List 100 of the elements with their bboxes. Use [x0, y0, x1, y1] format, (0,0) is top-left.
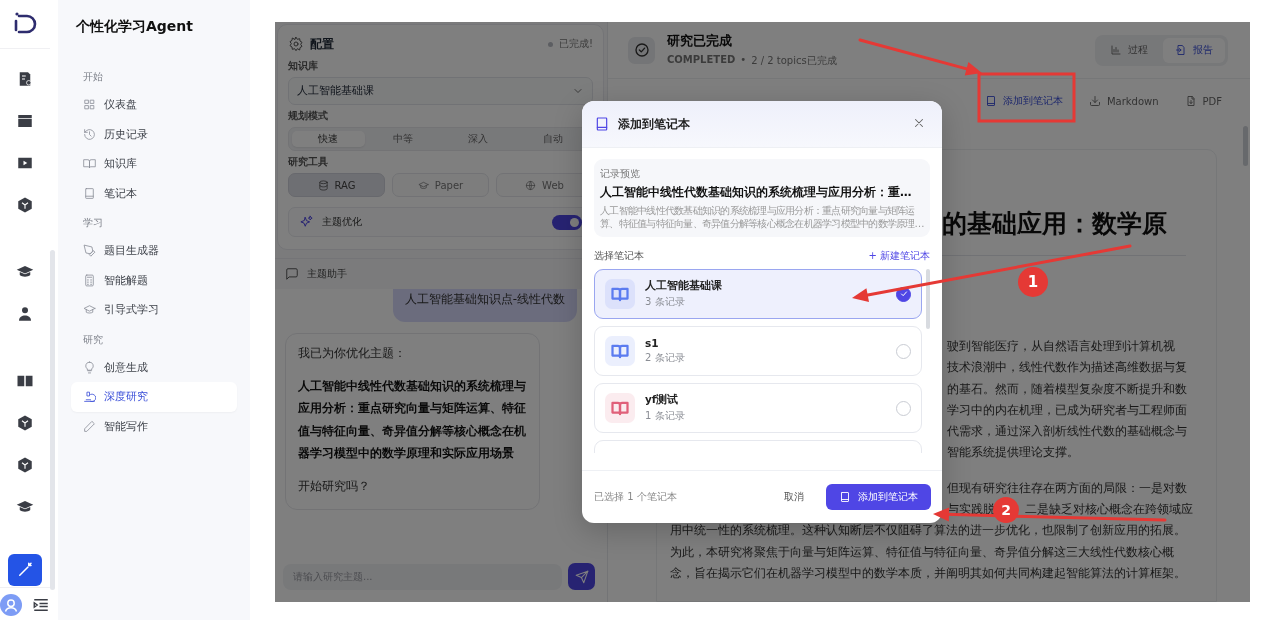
config-title: 配置: [310, 35, 335, 53]
download-icon: [1088, 95, 1101, 107]
file-icon: [1184, 95, 1197, 107]
nav-item[interactable]: 笔记本: [71, 178, 237, 208]
graduation-cap-icon: [417, 179, 429, 191]
notebook-name: 人工智能基础课: [645, 279, 723, 293]
add-to-notebook-button[interactable]: 添加到笔记本: [826, 484, 931, 510]
cube-icon[interactable]: [16, 196, 34, 214]
report-title: 研究已完成: [667, 32, 733, 50]
message-paragraph: 开始研究吗？: [298, 477, 371, 495]
new-notebook-link[interactable]: + 新建笔记本: [868, 249, 930, 263]
report-text-line: 二是缺乏对核心概念在跨领域应: [1025, 502, 1193, 517]
menu-indent-icon[interactable]: [32, 596, 50, 614]
report-text-line: 代需求，通过深入剖析线性代数的基础概念与: [947, 424, 1187, 439]
avatar-icon[interactable]: [0, 594, 22, 616]
nav-item[interactable]: 创意生成: [71, 352, 237, 382]
report-text-line: 学习中的内在机理，已成为研究者与工程师面: [947, 402, 1187, 417]
dialog-title: 添加到笔记本: [618, 115, 691, 133]
record-count: 3 条记录: [645, 295, 686, 309]
notebook-option[interactable]: yf测试 1 条记录: [594, 383, 922, 433]
cancel-button[interactable]: 取消: [776, 490, 812, 504]
report-heading: 的基础应用：数学原: [942, 209, 1167, 238]
report-text-line: 念，旨在揭示它们在机器学习模型中的数学本质，并阐明其如何共同构建起智能算法的计算框架。: [670, 565, 1186, 580]
scrollbar[interactable]: [926, 269, 930, 329]
report-text-line: 为此，本研究将聚焦于向量与矩阵运算、特征值与特征向量、奇异值分解这三大线性代数核心概: [670, 544, 1174, 559]
nav-item[interactable]: 深度研究: [71, 382, 237, 412]
view-tab[interactable]: 报告: [1163, 37, 1225, 63]
calculator-icon: [83, 273, 96, 287]
preview-title: 人工智能中线性代数基础知识的系统梳理与应用分析：重…: [600, 185, 913, 200]
sparkle-icon: [299, 214, 314, 230]
nav-item[interactable]: 仪表盘: [71, 90, 237, 120]
preview-text: 人工智能中线性代数基础知识的系统梳理与应用分析：重点研究向量与矩阵运算、特征值与特征向量、奇异值分解等核心概念在机器学习模型中的数学原理…: [600, 204, 924, 230]
section-heading: 开始: [82, 70, 104, 84]
person-icon[interactable]: [16, 305, 34, 323]
selection-summary: 已选择 1 个笔记本: [594, 490, 678, 504]
notebook-name: yf测试: [645, 393, 680, 407]
report-text-line: 的基石。然而，随着模型复杂度不断提升和数: [947, 381, 1187, 396]
report-text-line: 但现有研究往往存在两方面的局限：一是对数: [947, 480, 1187, 495]
nav-item[interactable]: 题目生成器: [71, 236, 237, 266]
nav-item[interactable]: 智能解题: [71, 265, 237, 295]
notebook-name: s1: [645, 337, 660, 349]
knowledge-base-select[interactable]: 人工智能基础课: [288, 77, 593, 105]
notebook-icon: [83, 186, 96, 200]
check-circle-icon: [632, 41, 651, 59]
message-paragraph: 人工智能中线性代数基础知识的系统梳理与应用分析：重点研究向量与矩阵运算、特征值与特征向量、奇异值分解等核心概念在机器学习模型中的数学原理和实际应用场景: [298, 377, 527, 462]
file-export-icon: [1175, 44, 1187, 56]
notebook-icon: [984, 95, 997, 107]
nav-item[interactable]: 引导式学习: [71, 295, 237, 325]
chat-icon: [285, 267, 299, 281]
notebook-icon: [839, 491, 851, 503]
send-button[interactable]: [568, 563, 595, 590]
preview-label: 记录预览: [600, 167, 641, 181]
mode-option[interactable]: 快速: [292, 131, 365, 147]
grid-icon: [83, 98, 96, 112]
notebook-option[interactable]: 人工智能基础课 3 条记录: [594, 269, 922, 319]
microscope-icon: [83, 390, 96, 404]
separator-dot: •: [740, 54, 747, 67]
chat-title: 主题助手: [307, 267, 347, 281]
notebook-icon: [594, 116, 610, 132]
notebook-option[interactable]: s1 2 条记录: [594, 326, 922, 376]
nav-item[interactable]: 历史记录: [71, 119, 237, 149]
bar-chart-icon: [1110, 44, 1122, 56]
scrollbar[interactable]: [1243, 126, 1248, 166]
record-count: 2 条记录: [645, 351, 686, 365]
scrollbar[interactable]: [50, 250, 55, 590]
report-text-line: 用中统一性的系统梳理。这种认知断层不仅阻碍了算法的进一步优化，也限制了创新应用的拓展。: [670, 523, 1186, 538]
history-icon: [83, 127, 96, 141]
app-title: 个性化学习Agent: [75, 17, 194, 36]
report-text-line: 智能系统提供理论支撑。: [947, 445, 1079, 460]
report-text-line: 技术浪潮中，线性代数作为描述高维数据与复: [947, 360, 1187, 375]
field-label: 研究工具: [288, 155, 329, 169]
message-paragraph: 我已为你优化主题：: [298, 345, 407, 362]
database-icon: [317, 179, 329, 191]
option-label: 主题优化: [322, 215, 363, 229]
section-label: 选择笔记本: [594, 249, 644, 263]
field-label: 规划模式: [288, 109, 329, 123]
status-dot-icon: [548, 41, 553, 47]
pencil-icon: [83, 419, 96, 433]
nav-item[interactable]: 知识库: [71, 149, 237, 179]
export-action-button[interactable]: 添加到笔记本: [984, 94, 1063, 108]
graduation-cap-icon: [83, 303, 96, 317]
status-label: COMPLETED: [667, 54, 736, 67]
clapperboard-icon[interactable]: [16, 112, 34, 130]
report-text-line: 驶到智能医疗，从自然语言处理到计算机视: [947, 339, 1175, 353]
toggle-switch[interactable]: [552, 214, 582, 230]
field-label: 知识库: [288, 59, 319, 73]
send-icon: [574, 569, 589, 584]
section-heading: 学习: [82, 216, 104, 230]
magic-wand-icon: [16, 561, 34, 579]
pen-tool-icon: [83, 244, 96, 258]
lightbulb-icon: [83, 360, 96, 374]
magic-wand-button[interactable]: [8, 554, 42, 586]
record-count: 1 条记录: [645, 409, 686, 423]
nav-item[interactable]: 智能写作: [71, 411, 237, 441]
globe-icon: [525, 179, 537, 191]
user-message: 人工智能基础知识点-线性代数: [392, 289, 577, 322]
cube-icon[interactable]: [16, 456, 34, 474]
book-open-icon: [83, 157, 96, 171]
cube-icon[interactable]: [16, 414, 34, 432]
check-icon: [898, 289, 909, 299]
